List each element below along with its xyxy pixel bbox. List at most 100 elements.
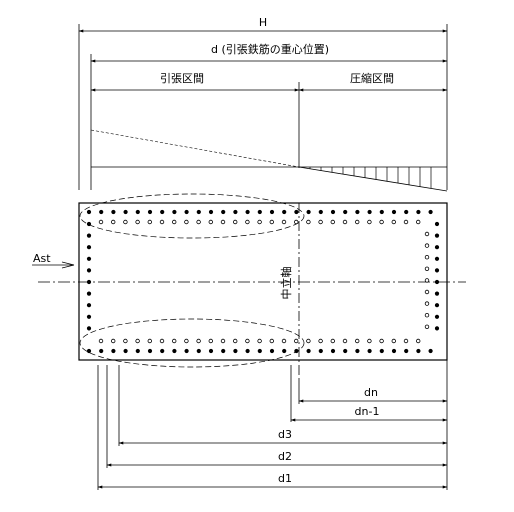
rebar-outer <box>245 348 250 354</box>
rebar-outer <box>86 245 92 250</box>
rebar-inner <box>159 338 165 344</box>
rebar-inner <box>110 219 116 225</box>
rebar-inner <box>424 255 430 260</box>
rebar-inner <box>391 219 396 225</box>
section-outline <box>78 202 448 361</box>
rebar-inner <box>355 219 360 225</box>
rebar-inner <box>318 338 323 344</box>
rebar-outer <box>184 209 189 215</box>
rebar-outer <box>269 348 275 354</box>
tension-bars-top-ellipse <box>79 193 305 239</box>
rebar-outer <box>86 233 92 238</box>
rebar-inner <box>306 338 311 344</box>
rebar-outer <box>416 348 421 354</box>
rebar-inner <box>379 219 384 225</box>
rebar-outer <box>434 279 440 285</box>
rebar-outer <box>318 209 323 215</box>
rebar-outer <box>306 209 311 215</box>
rebar-inner <box>355 338 360 344</box>
rebar-outer <box>86 314 92 319</box>
rebar-outer <box>86 256 92 261</box>
rebar-outer <box>379 209 384 215</box>
rebar-outer <box>434 221 440 227</box>
rebar-outer <box>111 209 116 215</box>
rebar-inner <box>196 219 201 225</box>
label-d3: d3 <box>278 428 292 441</box>
dimension-zones: 引張区間 圧縮区間 <box>90 71 448 168</box>
rebar-inner <box>147 338 152 344</box>
rebar-outer <box>86 279 92 285</box>
dimension-dn-1: dn-1 <box>290 405 448 422</box>
label-tension-zone: 引張区間 <box>160 71 204 85</box>
rebar-inner <box>171 338 177 344</box>
rebar-inner <box>424 324 430 329</box>
rebar-outer <box>245 209 250 215</box>
rebar-inner <box>232 219 238 225</box>
rebar-inner <box>110 338 116 344</box>
rebar-outer <box>282 348 287 354</box>
rebar-outer <box>123 348 128 354</box>
rebar-inner <box>98 338 104 344</box>
rebar-outer <box>434 245 440 250</box>
rebar-inner <box>424 266 430 271</box>
rebar-outer <box>172 348 177 354</box>
label-compression-zone: 圧縮区間 <box>350 71 394 85</box>
label-ast: Ast <box>33 252 51 265</box>
dimension-d: d (引張鉄筋の重心位置) <box>90 42 448 190</box>
rebar-inner <box>342 219 348 225</box>
rebar-outer <box>416 209 421 215</box>
rebar-outer <box>434 303 440 308</box>
rebar-inner <box>208 219 213 225</box>
rebar-outer <box>343 209 348 215</box>
rebar-inner <box>184 338 189 344</box>
rebar-outer <box>391 209 397 215</box>
rebar-inner <box>257 219 262 225</box>
rebar-outer <box>282 209 287 215</box>
rebar-outer <box>196 348 201 354</box>
rebar-outer <box>160 209 165 215</box>
label-neutral-axis: 中立軸 <box>279 267 293 300</box>
rebar-inner <box>269 219 274 225</box>
rebar-inner <box>135 338 140 344</box>
rebar-inner <box>208 338 213 344</box>
rebar-outer <box>233 348 238 354</box>
rebar-inner <box>245 219 250 225</box>
rebar-inner <box>416 219 421 225</box>
rebar-outer <box>221 348 226 354</box>
rebar-inner <box>403 219 409 225</box>
rebar-inner <box>424 231 430 237</box>
rebar-inner <box>147 219 152 225</box>
rebar-inner <box>171 219 177 225</box>
rebar-inner <box>424 313 430 318</box>
rebar-outer <box>135 209 140 215</box>
rebar-inner <box>318 219 323 225</box>
rebar-inner <box>269 338 274 344</box>
rebar-outer <box>434 326 440 331</box>
rebar-outer <box>172 209 177 215</box>
rebar-outer <box>434 314 440 319</box>
rebar-outer <box>257 209 262 215</box>
rebar-outer <box>86 326 92 331</box>
rebar-outer <box>404 209 409 215</box>
label-d: d (引張鉄筋の重心位置) <box>211 42 329 56</box>
rebar-inner <box>424 278 430 283</box>
rebar-outer <box>434 233 440 238</box>
rebar-inner <box>257 338 262 344</box>
rebar-outer <box>367 209 372 215</box>
dimension-d1: d1 <box>97 365 448 490</box>
rebar-outer <box>379 348 384 354</box>
rebar-inner <box>330 219 335 225</box>
rebar-outer <box>257 348 262 354</box>
rebar-outer <box>221 209 226 215</box>
label-d1: d1 <box>278 472 292 485</box>
rebar-inner <box>220 338 226 344</box>
rebar-inner <box>123 219 128 225</box>
ast-indicator: Ast <box>32 252 75 269</box>
rebar-outer <box>434 268 440 273</box>
rebar-outer <box>330 209 336 215</box>
rebar-outer <box>294 348 299 354</box>
strain-diagram <box>90 129 448 192</box>
rebar-outer <box>428 348 433 354</box>
rebar-inner <box>294 219 299 225</box>
rebar-inner <box>379 338 384 344</box>
